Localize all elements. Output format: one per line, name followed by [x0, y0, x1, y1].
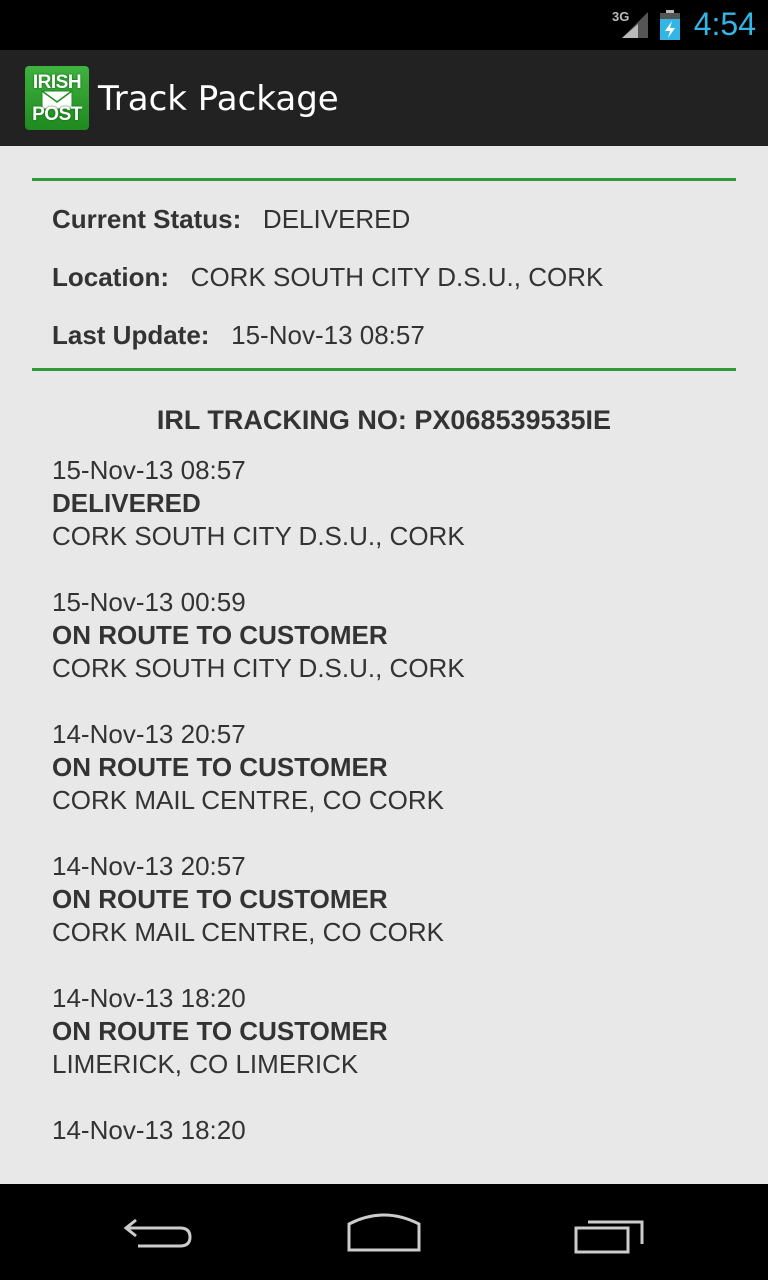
- event-status: ON ROUTE TO CUSTOMER: [52, 1016, 388, 1046]
- event-location: LIMERICK, CO LIMERICK: [52, 1049, 359, 1079]
- location-value: CORK SOUTH CITY D.S.U., CORK: [190, 262, 604, 292]
- tracking-content[interactable]: Current Status: DELIVERED Location: CORK…: [0, 146, 768, 1184]
- signal-3g-icon: [622, 12, 648, 38]
- recent-apps-icon[interactable]: [564, 1206, 654, 1258]
- event-status: DELIVERED: [52, 488, 201, 518]
- event-time: 15-Nov-13 08:57: [52, 455, 246, 485]
- event-time: 14-Nov-13 20:57: [52, 851, 246, 881]
- event-item: 14-Nov-13 18:20: [52, 1114, 732, 1184]
- divider-top: [32, 178, 736, 181]
- event-status: ON ROUTE TO CUSTOMER: [52, 752, 388, 782]
- event-location: CORK SOUTH CITY D.S.U., CORK: [52, 653, 465, 683]
- event-location: CORK MAIL CENTRE, CO CORK: [52, 785, 444, 815]
- event-status: ON ROUTE TO CUSTOMER: [52, 620, 388, 650]
- event-location: CORK MAIL CENTRE, CO CORK: [52, 917, 444, 947]
- location-row: Location: CORK SOUTH CITY D.S.U., CORK: [52, 262, 603, 293]
- last-update-value: 15-Nov-13 08:57: [231, 320, 425, 350]
- navigation-bar: [0, 1184, 768, 1280]
- event-item: 14-Nov-13 20:57 ON ROUTE TO CUSTOMER COR…: [52, 850, 732, 982]
- event-time: 14-Nov-13 20:57: [52, 719, 246, 749]
- battery-charging-icon: [660, 10, 680, 40]
- clock: 4:54: [693, 6, 756, 42]
- event-list: 15-Nov-13 08:57 DELIVERED CORK SOUTH CIT…: [52, 454, 732, 1184]
- current-status-label: Current Status:: [52, 204, 242, 234]
- home-icon[interactable]: [339, 1206, 429, 1258]
- location-label: Location:: [52, 262, 169, 292]
- event-item: 15-Nov-13 08:57 DELIVERED CORK SOUTH CIT…: [52, 454, 732, 586]
- tracking-number-heading: IRL TRACKING NO: PX068539535IE: [156, 405, 612, 435]
- back-icon[interactable]: [114, 1206, 204, 1258]
- event-item: 14-Nov-13 18:20 ON ROUTE TO CUSTOMER LIM…: [52, 982, 732, 1114]
- action-bar: IRISH POST Track Package: [0, 50, 768, 146]
- event-time: 14-Nov-13 18:20: [52, 983, 246, 1013]
- last-update-row: Last Update: 15-Nov-13 08:57: [52, 320, 425, 351]
- event-time: 14-Nov-13 18:20: [52, 1115, 246, 1145]
- current-status-row: Current Status: DELIVERED: [52, 204, 410, 235]
- event-item: 14-Nov-13 20:57 ON ROUTE TO CUSTOMER COR…: [52, 718, 732, 850]
- status-bar: 3G 4:54: [0, 0, 768, 50]
- divider-bottom: [32, 368, 736, 371]
- event-status: ON ROUTE TO CUSTOMER: [52, 884, 388, 914]
- app-logo[interactable]: IRISH POST: [25, 66, 89, 130]
- current-status-value: DELIVERED: [262, 204, 411, 234]
- logo-text-post: POST: [32, 104, 82, 125]
- event-item: 15-Nov-13 00:59 ON ROUTE TO CUSTOMER COR…: [52, 586, 732, 718]
- last-update-label: Last Update:: [52, 320, 210, 350]
- event-time: 15-Nov-13 00:59: [52, 587, 246, 617]
- page-title: Track Package: [98, 79, 339, 119]
- event-location: CORK SOUTH CITY D.S.U., CORK: [52, 521, 465, 551]
